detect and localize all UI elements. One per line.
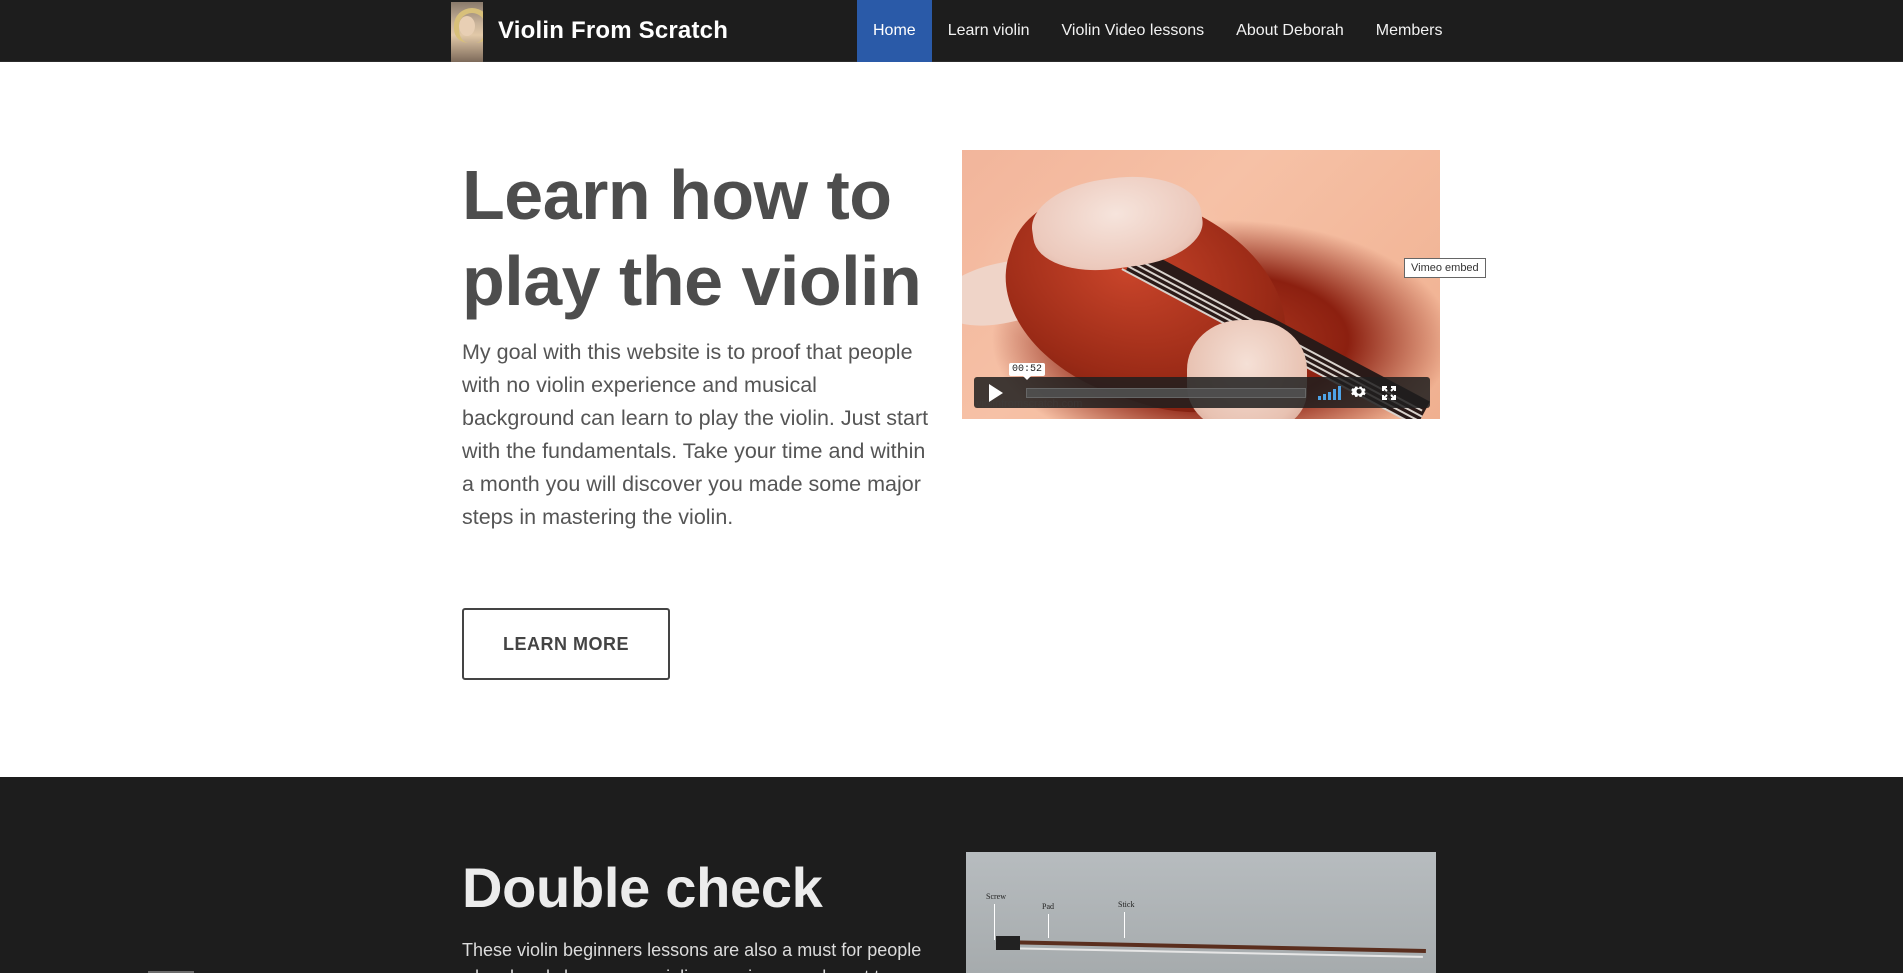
bow-label-stick: Stick — [1118, 900, 1135, 909]
play-icon — [989, 383, 1003, 402]
learn-more-button[interactable]: LEARN MORE — [462, 608, 670, 680]
brand-avatar — [451, 1, 483, 62]
brand-title[interactable]: Violin From Scratch — [498, 17, 728, 45]
bow-label-screw: Screw — [986, 892, 1006, 901]
brand[interactable]: Violin From Scratch — [451, 0, 728, 62]
top-navbar: Violin From Scratch Home Learn violin Vi… — [0, 0, 1903, 62]
double-check-section — [0, 777, 1903, 973]
volume-icon[interactable] — [1318, 385, 1341, 400]
hero-title: Learn how to play the violin — [462, 156, 922, 320]
nav-item-video-lessons[interactable]: Violin Video lessons — [1046, 0, 1221, 62]
nav-item-learn-violin[interactable]: Learn violin — [932, 0, 1046, 62]
play-button[interactable] — [974, 377, 1014, 408]
double-check-title: Double check — [462, 856, 823, 919]
video-player[interactable]: violinfromscratch.com 00:52 — [962, 150, 1440, 419]
nav-item-home[interactable]: Home — [857, 0, 932, 62]
bow-pointer-line — [1124, 912, 1125, 938]
settings-icon[interactable] — [1347, 377, 1371, 408]
violin-bow-image: Screw Pad Stick — [966, 852, 1436, 973]
double-check-text: These violin beginners lessons are also … — [462, 940, 922, 973]
vimeo-embed-tooltip: Vimeo embed — [1404, 258, 1486, 278]
hero-description: My goal with this website is to proof th… — [462, 340, 929, 529]
main-nav: Home Learn violin Violin Video lessons A… — [857, 0, 1458, 62]
nav-item-about-deborah[interactable]: About Deborah — [1220, 0, 1360, 62]
video-timecode: 00:52 — [1009, 362, 1046, 380]
nav-item-members[interactable]: Members — [1360, 0, 1459, 62]
fullscreen-icon[interactable] — [1377, 377, 1401, 408]
bow-pointer-line — [994, 904, 995, 940]
bow-label-pad: Pad — [1042, 902, 1054, 911]
bow-pointer-line — [1048, 914, 1049, 938]
bow-frog — [996, 936, 1020, 950]
video-controls: 00:52 — [974, 362, 1430, 408]
video-progress-bar[interactable]: 00:52 — [1009, 362, 1306, 398]
